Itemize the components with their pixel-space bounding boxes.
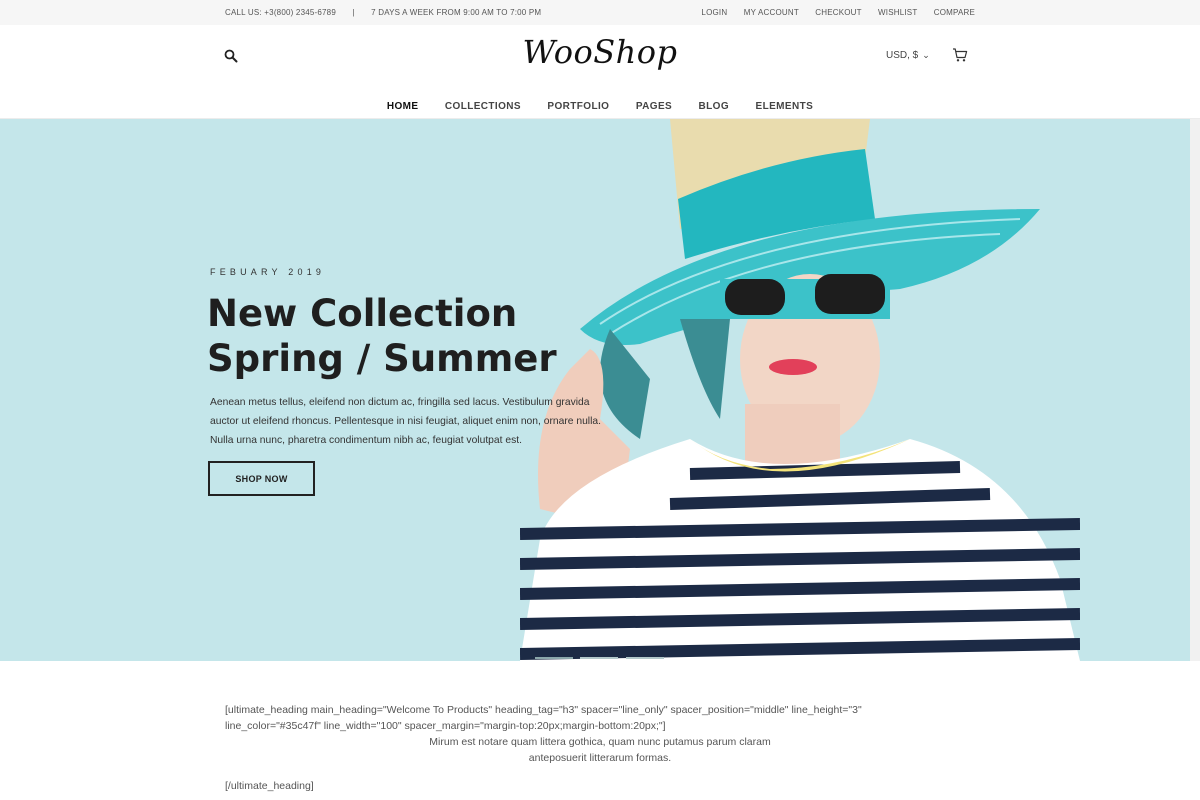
products-section: [ultimate_heading main_heading="Welcome …: [0, 661, 1200, 800]
section-subtitle: Mirum est notare quam littera gothica, q…: [0, 734, 1200, 766]
site-header: WooShop USD, $ ⌄: [0, 25, 1200, 85]
call-us-text: CALL US: +3(800) 2345-6789: [225, 8, 336, 17]
cart-button[interactable]: [952, 47, 968, 63]
subtitle-line-1: Mirum est notare quam littera gothica, q…: [429, 736, 771, 748]
hero-description: Aenean metus tellus, eleifend non dictum…: [210, 397, 601, 446]
hero-slider: FEBUARY 2019 New Collection Spring / Sum…: [0, 119, 1190, 661]
nav-item-portfolio[interactable]: PORTFOLIO: [547, 101, 609, 112]
slider-dot-1[interactable]: [535, 657, 573, 659]
shop-now-button[interactable]: SHOP NOW: [208, 461, 315, 496]
hero-title-line-2: Spring / Summer: [207, 337, 557, 380]
cart-icon: [953, 48, 968, 62]
site-logo[interactable]: WooShop: [0, 33, 1200, 71]
nav-item-collections[interactable]: COLLECTIONS: [445, 101, 521, 112]
separator: |: [352, 8, 355, 17]
hero-title: New Collection Spring / Summer: [207, 291, 557, 381]
hero-date: FEBUARY 2019: [210, 267, 326, 277]
nav-item-blog[interactable]: BLOG: [699, 101, 730, 112]
nav-item-elements[interactable]: ELEMENTS: [756, 101, 814, 112]
hero-title-line-1: New Collection: [207, 292, 518, 335]
main-nav: HOME COLLECTIONS PORTFOLIO PAGES BLOG EL…: [0, 85, 1200, 119]
subtitle-line-2: anteposuerit litterarum formas.: [528, 752, 672, 764]
wishlist-link[interactable]: WISHLIST: [878, 8, 917, 17]
shortcode-close-text: [/ultimate_heading]: [225, 780, 314, 792]
currency-value: USD, $: [886, 50, 919, 61]
account-links: LOGIN MY ACCOUNT CHECKOUT WISHLIST COMPA…: [687, 8, 975, 17]
nav-item-home[interactable]: HOME: [387, 101, 419, 112]
compare-link[interactable]: COMPARE: [934, 8, 975, 17]
contact-info: CALL US: +3(800) 2345-6789 | 7 DAYS A WE…: [225, 8, 541, 17]
login-link[interactable]: LOGIN: [701, 8, 727, 17]
hero-model-image: [520, 119, 1080, 661]
shortcode-open-text: [ultimate_heading main_heading="Welcome …: [225, 704, 862, 732]
checkout-link[interactable]: CHECKOUT: [815, 8, 861, 17]
nav-item-pages[interactable]: PAGES: [636, 101, 672, 112]
page-scrollbar[interactable]: [1190, 119, 1200, 661]
my-account-link[interactable]: MY ACCOUNT: [744, 8, 799, 17]
top-bar: CALL US: +3(800) 2345-6789 | 7 DAYS A WE…: [0, 0, 1200, 25]
opening-hours-text: 7 DAYS A WEEK FROM 9:00 AM TO 7:00 PM: [371, 8, 542, 17]
chevron-down-icon: ⌄: [922, 50, 930, 60]
currency-selector[interactable]: USD, $ ⌄: [886, 50, 930, 61]
slider-pagination: [535, 646, 667, 661]
slider-dot-2[interactable]: [580, 657, 619, 659]
slider-dot-3[interactable]: [625, 657, 664, 659]
